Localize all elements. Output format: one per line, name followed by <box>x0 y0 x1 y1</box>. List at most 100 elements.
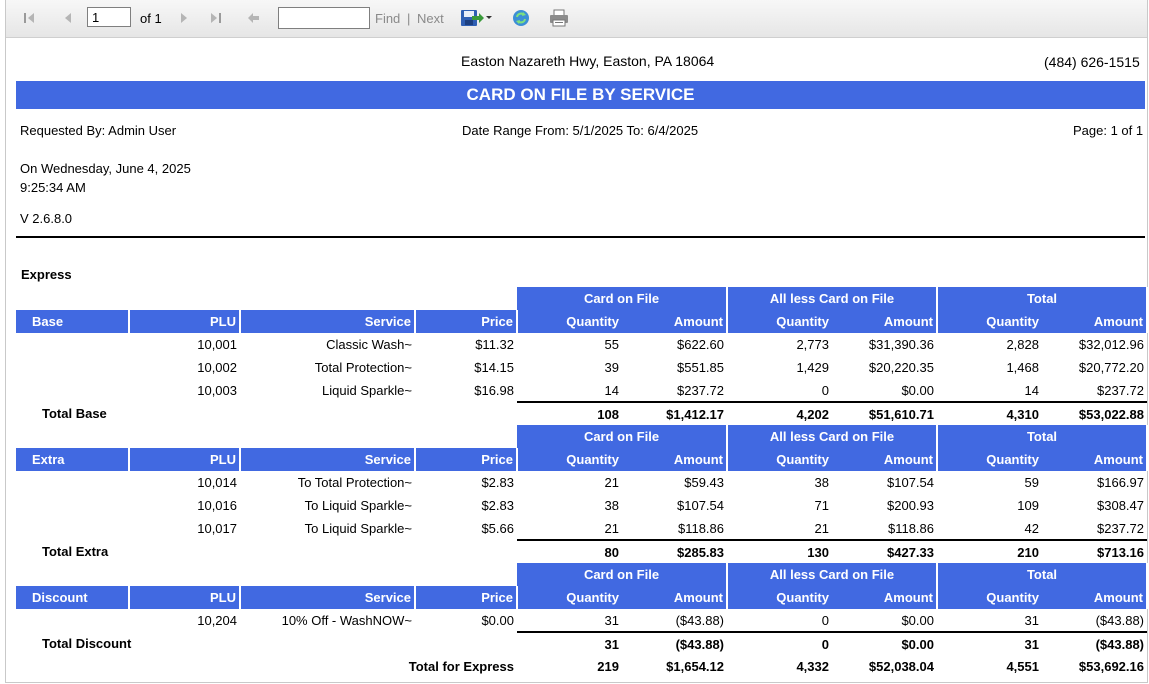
column-header: Amount <box>622 586 728 609</box>
date-range: Date Range From: 5/1/2025 To: 6/4/2025 <box>462 123 699 138</box>
first-page-icon[interactable] <box>20 6 40 30</box>
group-name-header: Base <box>16 310 130 333</box>
row-spacer <box>16 609 129 632</box>
table-cell: 59 <box>1024 475 1039 490</box>
group-total-cell: 4,310 <box>937 401 1042 425</box>
group-header-row: Card on File All less Card on File Total <box>16 425 1148 448</box>
section-title: Express <box>21 267 72 282</box>
row-spacer <box>16 356 129 379</box>
group-header-0: Card on File <box>517 287 728 310</box>
table-cell: $166.97 <box>1097 475 1144 490</box>
column-header-row: Base PLU Service Price Quantity Amount Quantit… <box>16 310 1148 333</box>
store-phone: (484) 626-1515 <box>1044 54 1140 70</box>
table-cell: Total Protection~ <box>314 360 412 375</box>
column-header: Amount <box>1042 586 1148 609</box>
table-cell: $11.32 <box>475 337 514 352</box>
table-cell: 1,468 <box>1006 360 1039 375</box>
group-total-label: Total Extra <box>42 544 109 559</box>
next-page-icon[interactable] <box>174 6 194 30</box>
table-cell: 31 <box>604 612 619 628</box>
table-row: 10,001 Classic Wash~ $11.32 55 $622.60 2,773 $… <box>16 333 1147 356</box>
table-cell: Classic Wash~ <box>326 337 412 352</box>
table-cell: $118.86 <box>677 520 724 536</box>
column-header: Service <box>240 586 416 609</box>
table-cell: ($43.88) <box>675 612 724 628</box>
header-spacer <box>16 563 517 586</box>
table-cell: 2,773 <box>796 337 829 352</box>
table-cell: 21 <box>814 520 829 536</box>
group-total-label: Total Discount <box>42 636 132 651</box>
table-cell: $16.98 <box>474 383 514 398</box>
find-input[interactable] <box>278 7 370 29</box>
table-cell: $14.15 <box>474 360 514 375</box>
find-link[interactable]: Find <box>375 11 400 26</box>
header-spacer <box>16 425 517 448</box>
table-cell: 109 <box>1017 498 1039 513</box>
refresh-icon[interactable] <box>509 6 533 30</box>
grand-total-row: Total for Express 219 $1,654.12 4,332 $52,03… <box>16 655 1147 678</box>
column-header: Service <box>240 448 416 471</box>
previous-page-icon[interactable] <box>58 6 78 30</box>
next-link[interactable]: Next <box>417 11 444 26</box>
export-save-icon[interactable] <box>458 6 494 30</box>
print-icon[interactable] <box>547 6 571 30</box>
group-total-cell: $51,610.71 <box>832 401 937 425</box>
group-total-cell: 4,202 <box>727 401 832 425</box>
table-row: 10,002 Total Protection~ $14.15 39 $551.85 1,… <box>16 356 1147 379</box>
row-spacer <box>16 379 129 402</box>
group-total-cell: $1,412.17 <box>622 401 727 425</box>
group-total-cell: 210 <box>937 539 1042 563</box>
group-header-0: Card on File <box>517 563 728 586</box>
column-header: Quantity <box>517 448 622 471</box>
report-table: Card on File All less Card on File Total Ba… <box>16 287 1148 678</box>
report-toolbar: of 1 Find | Next <box>6 0 1147 38</box>
table-cell: $118.86 <box>887 520 934 536</box>
group-total-row: Total Discount 31 ($43.88) 0 $0.00 31 ($43.88) <box>16 631 1147 655</box>
table-cell: 14 <box>1024 382 1039 398</box>
table-cell: 10,204 <box>197 613 237 628</box>
column-header: Amount <box>832 310 938 333</box>
table-cell: 14 <box>604 382 619 398</box>
table-cell: 38 <box>604 498 619 513</box>
page-number-input[interactable] <box>87 7 131 27</box>
store-address: Easton Nazareth Hwy, Easton, PA 18064 <box>461 53 715 69</box>
table-cell: $20,220.35 <box>868 360 934 375</box>
last-page-icon[interactable] <box>205 6 225 30</box>
table-cell: 21 <box>604 475 619 490</box>
run-date: On Wednesday, June 4, 2025 <box>20 161 191 176</box>
table-cell: ($43.88) <box>1095 612 1144 628</box>
group-total-cell: $713.16 <box>1042 539 1147 563</box>
column-header: Price <box>415 310 518 333</box>
column-header: Amount <box>1042 448 1148 471</box>
table-cell: $237.72 <box>677 382 724 398</box>
table-cell: $237.72 <box>1097 520 1144 536</box>
column-header: Quantity <box>727 310 832 333</box>
requested-by: Requested By: Admin User <box>20 123 177 138</box>
table-cell: $0.00 <box>901 382 934 398</box>
table-cell: $0.00 <box>481 613 514 628</box>
column-header: Amount <box>832 448 938 471</box>
table-cell: 10% Off - WashNOW~ <box>281 613 412 628</box>
column-header: Quantity <box>937 310 1042 333</box>
group-total-cell: $285.83 <box>622 539 727 563</box>
group-total-cell: 31 <box>937 631 1042 655</box>
table-cell: $551.85 <box>677 360 724 375</box>
table-cell: 10,016 <box>197 498 237 513</box>
table-cell: 10,003 <box>197 383 237 398</box>
back-icon[interactable] <box>244 6 264 30</box>
column-header: Amount <box>1042 310 1148 333</box>
table-cell: 1,429 <box>796 360 829 375</box>
table-cell: 39 <box>604 360 619 375</box>
table-cell: 10,002 <box>197 360 237 375</box>
table-cell: $20,772.20 <box>1078 360 1144 375</box>
header-divider <box>16 236 1145 238</box>
group-total-cell: $53,022.88 <box>1042 401 1147 425</box>
group-header-row: Card on File All less Card on File Total <box>16 287 1148 310</box>
table-cell: 10,001 <box>197 337 237 352</box>
group-total-cell: 130 <box>727 539 832 563</box>
group-name-header: Discount <box>16 586 130 609</box>
column-header: Amount <box>832 586 938 609</box>
group-header-1: All less Card on File <box>727 425 938 448</box>
table-cell: 2,828 <box>1006 337 1039 352</box>
column-header: Price <box>415 586 518 609</box>
